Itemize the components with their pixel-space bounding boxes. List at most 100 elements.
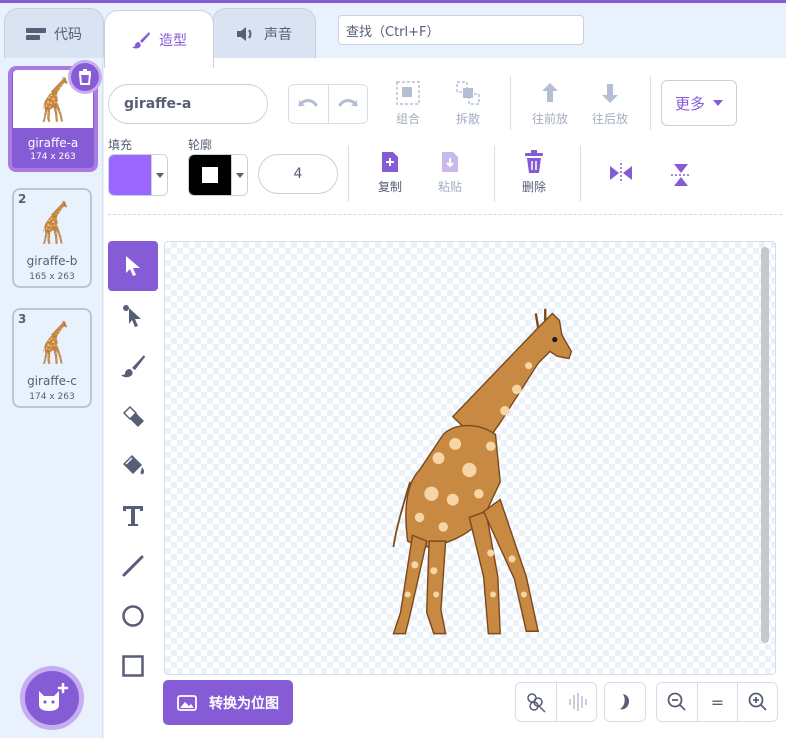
brush-tool[interactable] [108,341,158,391]
zoom-in-icon [748,692,767,711]
waveform-brush-button[interactable] [556,683,596,721]
outline-label: 轮廓 [188,138,213,152]
chevron-down-icon [151,155,167,195]
tab-code-label: 代码 [54,26,82,43]
copy-button[interactable]: 复制 [372,150,408,195]
text-tool[interactable] [108,491,158,541]
line-tool[interactable] [108,541,158,591]
flip-horizontal-icon [610,163,632,183]
paste-label: 粘贴 [437,180,462,194]
trash-icon [525,150,543,173]
code-icon [26,27,46,40]
stroke-width-input[interactable]: 4 [258,154,338,194]
circle-tool[interactable] [108,591,158,641]
copy-label: 复制 [377,180,402,194]
separator [348,146,349,202]
tab-code[interactable]: 代码 [4,8,104,58]
group-icon [396,81,420,105]
undo-button[interactable] [289,85,328,123]
search-placeholder: 查找（Ctrl+F） [346,24,440,40]
toolbar-divider [108,214,782,215]
select-tool[interactable] [108,241,158,291]
chevron-down-icon [713,100,723,106]
tab-sounds-label: 声音 [264,26,292,43]
redo-icon [338,99,358,107]
brush-mode-group [515,682,597,722]
trash-icon [78,69,92,85]
separator [650,76,651,130]
zoom-controls: = [656,682,778,722]
arrow-down-icon [602,84,618,103]
costume-name-input[interactable]: giraffe-a [108,84,268,124]
giraffe-costume-image[interactable] [355,304,579,636]
separator [494,146,495,202]
convert-to-bitmap-button[interactable]: 转换为位图 [163,680,293,725]
line-icon [122,555,144,577]
flip-vertical-icon [671,164,691,186]
chevron-down-icon [231,155,247,195]
forward-label: 往前放 [531,112,568,126]
outline-color-swatch [189,155,231,195]
search-input[interactable]: 查找（Ctrl+F） [338,15,584,45]
ungroup-button[interactable]: 拆散 [450,80,486,127]
drawing-canvas[interactable] [164,241,776,675]
costume-thumbnail [22,196,84,248]
costume-name: giraffe-a [27,136,79,150]
tab-sounds[interactable]: 声音 [212,8,316,58]
eraser-icon [122,405,144,427]
fill-color-picker[interactable] [108,154,168,196]
zoom-reset-label: = [710,692,725,712]
moon-icon [620,694,630,710]
costume-name: giraffe-b [26,254,78,268]
scatter-brush-button[interactable] [516,683,556,721]
delete-button[interactable]: 删除 [516,150,552,195]
zoom-out-icon [667,692,686,711]
ungroup-icon [456,81,480,105]
dark-mode-button[interactable] [605,683,645,721]
paste-button[interactable]: 粘贴 [432,150,468,195]
paint-editor: giraffe-a 组合 拆散 往前放 往后放 更多 填充 轮廓 4 复制 粘贴… [104,58,786,738]
circle-icon [122,605,144,627]
forward-button[interactable]: 往前放 [530,80,570,127]
theme-group [604,682,646,722]
cat-plus-icon [39,683,69,711]
costume-item-3[interactable]: 3 giraffe-c 174 x 263 [12,308,92,408]
outline-color-picker[interactable] [188,154,248,196]
top-accent-bar [0,0,786,3]
image-icon [177,694,197,711]
zoom-out-button[interactable] [657,683,697,721]
canvas-scrollbar[interactable] [761,247,769,643]
fill-label: 填充 [108,138,133,152]
separator [580,146,581,202]
costume-size: 174 x 263 [29,392,75,402]
group-label: 组合 [395,112,420,126]
rectangle-tool[interactable] [108,641,158,691]
scatter-icon [527,693,546,713]
brush-icon [132,31,150,48]
delete-costume-button[interactable] [68,60,102,94]
eraser-tool[interactable] [108,391,158,441]
backward-button[interactable]: 往后放 [590,80,630,127]
arrow-up-icon [542,83,558,102]
redo-button[interactable] [327,85,368,123]
costume-name-value: giraffe-a [124,96,192,112]
group-button[interactable]: 组合 [390,80,426,127]
delete-label: 删除 [521,180,546,194]
flip-horizontal-button[interactable] [606,162,636,184]
backward-label: 往后放 [591,112,628,126]
reshape-tool[interactable] [108,291,158,341]
choose-costume-button[interactable] [20,666,84,730]
reshape-icon [123,305,141,327]
fill-color-swatch [109,155,151,195]
flip-vertical-button[interactable] [666,162,696,188]
speaker-icon [237,26,252,41]
costume-thumbnail [22,316,84,368]
more-label: 更多 [674,94,705,113]
zoom-reset-button[interactable]: = [697,683,737,721]
more-button[interactable]: 更多 [661,80,737,126]
tab-costumes-label: 造型 [159,32,187,49]
tab-costumes[interactable]: 造型 [104,10,214,68]
zoom-in-button[interactable] [737,683,777,721]
costume-item-2[interactable]: 2 giraffe-b 165 x 263 [12,188,92,288]
fill-tool[interactable] [108,441,158,491]
